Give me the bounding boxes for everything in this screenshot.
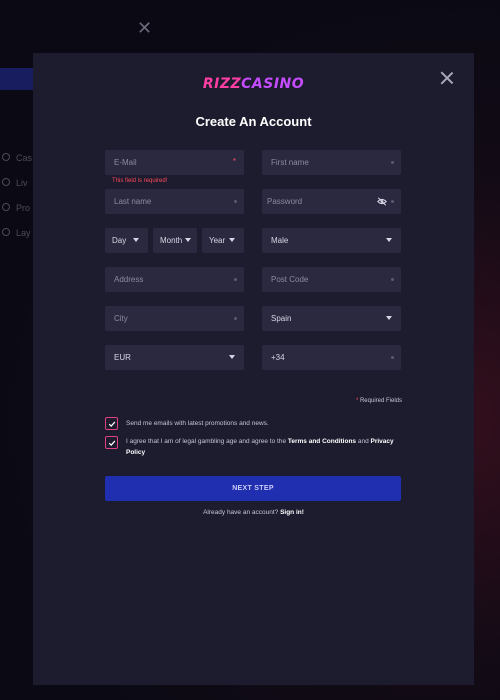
first-name-placeholder: First name <box>271 158 309 167</box>
required-dot-icon <box>391 356 394 359</box>
required-star: * <box>355 398 359 404</box>
check-icon <box>108 440 115 446</box>
required-dot-icon <box>234 278 237 281</box>
terms-checkbox[interactable] <box>105 436 118 449</box>
signin-prefix: Already have an account? <box>203 509 281 516</box>
month-select[interactable]: Month <box>153 228 197 253</box>
terms-link[interactable]: Terms and Conditions <box>288 438 356 445</box>
chevron-down-icon <box>386 316 392 320</box>
background-menu-icon <box>2 178 10 186</box>
background-menu-item: Pro <box>16 203 31 213</box>
email-placeholder: E-Mail <box>114 158 137 167</box>
country-select[interactable]: Spain <box>262 306 401 331</box>
promo-emails-label: Send me emails with latest promotions an… <box>126 420 269 427</box>
post-code-placeholder: Post Code <box>271 275 309 284</box>
signin-line: Already have an account? Sign in! <box>33 509 474 516</box>
chevron-down-icon <box>386 238 392 242</box>
required-mark: * <box>232 157 236 166</box>
page-title: Create An Account <box>195 114 312 129</box>
terms-prefix: I agree that I am of legal gambling age … <box>126 438 288 445</box>
post-code-field[interactable]: Post Code <box>262 267 401 292</box>
email-error: This field is required! <box>112 178 168 184</box>
chevron-down-icon <box>133 238 139 242</box>
country-value: Spain <box>271 314 292 323</box>
password-field[interactable]: Password <box>262 189 401 214</box>
terms-label: I agree that I am of legal gambling age … <box>126 436 406 458</box>
signin-link[interactable]: Sign in! <box>280 509 304 516</box>
background-menu-icon <box>2 203 10 211</box>
gender-select[interactable]: Male <box>262 228 401 253</box>
chevron-down-icon <box>229 238 235 242</box>
address-field[interactable]: Address <box>105 267 244 292</box>
phone-field[interactable]: +34 <box>262 345 401 370</box>
signup-modal: RIZZCASINO Create An Account E-Mail * Th… <box>33 53 474 685</box>
check-icon <box>108 421 115 427</box>
background-menu-item: Lay <box>16 228 31 238</box>
required-dot-icon <box>234 317 237 320</box>
first-name-field[interactable]: First name <box>262 150 401 175</box>
city-field[interactable]: City <box>105 306 244 331</box>
background-menu-item: Liv <box>16 178 28 188</box>
terms-and: and <box>356 438 371 445</box>
password-placeholder: Password <box>267 197 303 206</box>
eye-off-icon[interactable] <box>377 197 387 206</box>
logo-part-1: RIZZ <box>202 76 242 92</box>
city-placeholder: City <box>114 314 128 323</box>
last-name-placeholder: Last name <box>114 197 152 206</box>
background-menu-icon <box>2 228 10 236</box>
address-placeholder: Address <box>114 275 144 284</box>
background-close-icon: ✕ <box>137 18 153 38</box>
phone-prefix: +34 <box>271 353 285 362</box>
currency-value: EUR <box>114 353 131 362</box>
required-dot-icon <box>391 161 394 164</box>
chevron-down-icon <box>229 355 235 359</box>
next-step-button[interactable]: NEXT STEP <box>105 476 401 501</box>
required-fields-note: * Required Fields <box>356 398 402 404</box>
required-dot-icon <box>234 200 237 203</box>
background-menu-item: Cas <box>16 153 33 163</box>
required-dot-icon <box>391 278 394 281</box>
year-select[interactable]: Year <box>202 228 244 253</box>
required-note-text: Required Fields <box>359 398 402 404</box>
gender-value: Male <box>271 236 289 245</box>
day-value: Day <box>112 236 127 245</box>
day-select[interactable]: Day <box>105 228 148 253</box>
month-value: Month <box>160 236 183 245</box>
required-dot-icon <box>391 200 394 203</box>
background-menu-icon <box>2 153 10 161</box>
promo-emails-checkbox[interactable] <box>105 417 118 430</box>
last-name-field[interactable]: Last name <box>105 189 244 214</box>
currency-select[interactable]: EUR <box>105 345 244 370</box>
email-field[interactable]: E-Mail * <box>105 150 244 175</box>
year-value: Year <box>209 236 226 245</box>
chevron-down-icon <box>185 238 191 242</box>
logo: RIZZCASINO <box>33 76 474 92</box>
logo-part-2: CASINO <box>241 76 305 92</box>
